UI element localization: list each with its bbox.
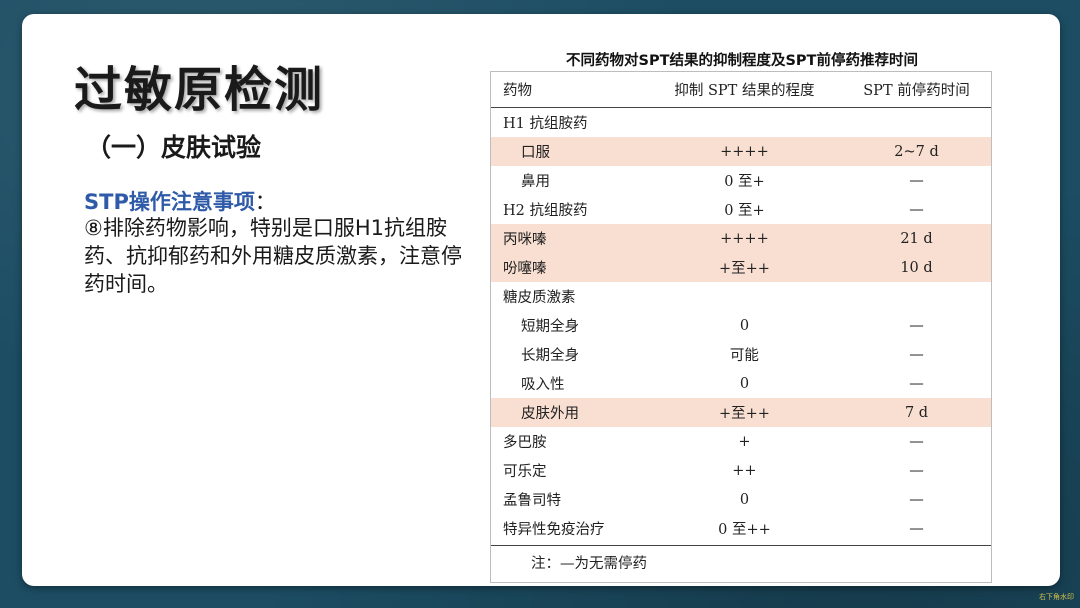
degree-cell xyxy=(647,282,842,311)
drug-cell: H1 抗组胺药 xyxy=(503,116,588,132)
note-title-colon: ： xyxy=(254,190,276,214)
table-caption: 不同药物对SPT结果的抑制程度及SPT前停药推荐时间 xyxy=(566,53,918,69)
note-title: STP操作注意事项： xyxy=(84,186,276,216)
table-row: 口服 ++++ 2~7 d xyxy=(491,137,991,166)
drug-cell: 丙咪嗪 xyxy=(491,224,647,253)
drug-cell: 皮肤外用 xyxy=(491,398,647,427)
table-row: 皮肤外用 +至++ 7 d xyxy=(491,398,991,427)
drug-table: 药物 抑制 SPT 结果的程度 SPT 前停药时间 H1 抗组胺药 口服 +++… xyxy=(491,72,991,543)
note-body: ⑧排除药物影响，特别是口服H1抗组胺药、抗抑郁药和外用糖皮质激素，注意停药时间。 xyxy=(84,216,462,296)
degree-cell: 0 xyxy=(739,491,750,508)
drug-cell: 吩噻嗪 xyxy=(491,253,647,282)
stop-time-cell: — xyxy=(909,491,924,508)
drug-cell: 孟鲁司特 xyxy=(503,493,561,509)
degree-cell xyxy=(647,108,842,138)
header-degree: 抑制 SPT 结果的程度 xyxy=(646,72,842,108)
page-title: 过敏原检测 xyxy=(74,62,325,118)
degree-cell: 可能 xyxy=(729,348,759,364)
table-row: 特异性免疫治疗 0 至++ — xyxy=(491,514,991,543)
degree-cell: ++++ xyxy=(646,224,842,253)
drug-cell: H2 抗组胺药 xyxy=(503,203,588,219)
drug-cell: 吸入性 xyxy=(521,377,565,393)
table-row: 短期全身 0 — xyxy=(491,311,991,340)
stop-time-cell: 2~7 d xyxy=(842,137,991,166)
header-stop-time: SPT 前停药时间 xyxy=(842,72,991,108)
stop-time-cell: — xyxy=(909,375,924,392)
watermark: 右下角水印 xyxy=(1039,593,1074,601)
degree-cell: ++++ xyxy=(646,137,842,166)
stop-time-cell: — xyxy=(909,172,924,189)
slide: 过敏原检测 （一）皮肤试验 STP操作注意事项： ⑧排除药物影响，特别是口服H1… xyxy=(22,14,1060,586)
stop-time-cell: — xyxy=(909,201,924,218)
stop-time-cell xyxy=(842,108,991,138)
table-row: H2 抗组胺药 0 至+ — xyxy=(491,195,991,224)
table-row: 吸入性 0 — xyxy=(491,369,991,398)
stop-time-cell: — xyxy=(909,520,924,537)
table-header-row: 药物 抑制 SPT 结果的程度 SPT 前停药时间 xyxy=(491,72,991,108)
table-row: H1 抗组胺药 xyxy=(491,108,991,138)
table-row: 可乐定 ++ — xyxy=(491,456,991,485)
table-row: 糖皮质激素 xyxy=(491,282,991,311)
stop-time-cell: 21 d xyxy=(842,224,991,253)
stop-time-cell: 10 d xyxy=(842,253,991,282)
table-row: 长期全身 可能 — xyxy=(491,340,991,369)
note-title-text: STP操作注意事项 xyxy=(84,190,255,214)
table-footnote: 注：—为无需停药 xyxy=(491,545,991,582)
stop-time-cell: 7 d xyxy=(842,398,991,427)
drug-cell: 糖皮质激素 xyxy=(503,290,576,306)
drug-cell: 可乐定 xyxy=(503,464,547,480)
stop-time-cell: — xyxy=(909,346,924,363)
degree-cell: 0 至++ xyxy=(718,522,771,538)
drug-cell: 特异性免疫治疗 xyxy=(503,522,605,538)
stop-time-cell xyxy=(842,282,991,311)
degree-cell: 0 至+ xyxy=(724,174,765,190)
stop-time-cell: — xyxy=(909,433,924,450)
drug-table-container: 药物 抑制 SPT 结果的程度 SPT 前停药时间 H1 抗组胺药 口服 +++… xyxy=(490,71,992,583)
table-row: 孟鲁司特 0 — xyxy=(491,485,991,514)
header-drug: 药物 xyxy=(491,72,647,108)
degree-cell: +至++ xyxy=(646,253,842,282)
drug-cell: 口服 xyxy=(491,137,647,166)
stop-time-cell: — xyxy=(909,462,924,479)
degree-cell: + xyxy=(738,433,751,450)
degree-cell: 0 xyxy=(739,375,750,392)
table-row: 丙咪嗪 ++++ 21 d xyxy=(491,224,991,253)
drug-cell: 多巴胺 xyxy=(503,435,547,451)
degree-cell: +至++ xyxy=(646,398,842,427)
table-row: 多巴胺 + — xyxy=(491,427,991,456)
section-subtitle: （一）皮肤试验 xyxy=(86,133,262,162)
stop-time-cell: — xyxy=(909,317,924,334)
table-row: 鼻用 0 至+ — xyxy=(491,166,991,195)
drug-cell: 鼻用 xyxy=(521,174,550,190)
table-row: 吩噻嗪 +至++ 10 d xyxy=(491,253,991,282)
degree-cell: ++ xyxy=(732,462,757,479)
drug-cell: 长期全身 xyxy=(521,348,579,364)
degree-cell: 0 xyxy=(739,317,750,334)
drug-cell: 短期全身 xyxy=(521,319,579,335)
degree-cell: 0 至+ xyxy=(724,203,765,219)
